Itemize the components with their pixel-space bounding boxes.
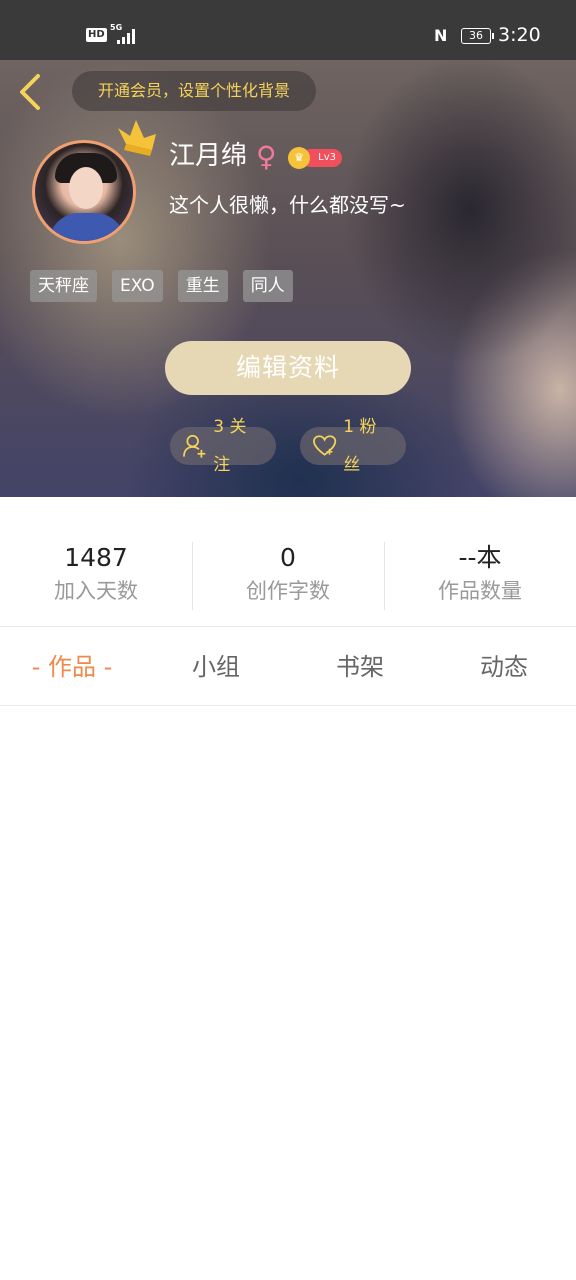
stat-value: --本 xyxy=(458,543,502,572)
nfc-icon: N xyxy=(434,26,448,45)
tag-item[interactable]: EXO xyxy=(112,270,163,302)
status-bar: HD 5G N 36 3:20 xyxy=(0,0,576,60)
signal-icon xyxy=(117,29,135,44)
username: 江月绵 xyxy=(169,141,248,171)
stat-works-count: --本 作品数量 xyxy=(384,542,576,606)
battery-icon: 36 xyxy=(461,28,494,44)
tag-item[interactable]: 重生 xyxy=(177,270,228,302)
fans-button[interactable]: 1 粉丝 xyxy=(300,417,406,475)
stat-label: 加入天数 xyxy=(54,579,138,603)
user-add-icon xyxy=(183,434,206,458)
female-icon: ♀ xyxy=(256,140,277,173)
following-button[interactable]: 3 关注 xyxy=(170,417,276,475)
stat-join-days: 1487 加入天数 xyxy=(0,542,192,606)
stats-row: 1487 加入天数 0 创作字数 --本 作品数量 xyxy=(0,497,576,627)
heart-icon xyxy=(313,435,337,456)
stat-label: 作品数量 xyxy=(438,579,522,603)
clock: 3:20 xyxy=(498,24,541,46)
tag-item[interactable]: 天秤座 xyxy=(30,270,97,302)
stat-word-count: 0 创作字数 xyxy=(192,542,384,606)
bio-text: 这个人很懒，什么都没写~ xyxy=(169,193,406,217)
hd-icon: HD xyxy=(86,28,107,42)
tab-activity[interactable]: 动态 xyxy=(432,628,576,706)
stat-value: 0 xyxy=(280,543,296,572)
tab-works[interactable]: - 作品 - xyxy=(0,628,144,706)
vip-background-banner[interactable]: 开通会员，设置个性化背景 xyxy=(72,71,316,111)
edit-profile-button[interactable]: 编辑资料 xyxy=(165,341,411,395)
tab-bookshelf[interactable]: 书架 xyxy=(288,628,432,706)
tag-list: 天秤座 EXO 重生 同人 xyxy=(30,270,293,302)
tag-item[interactable]: 同人 xyxy=(242,270,293,302)
back-arrow-icon[interactable] xyxy=(16,72,46,112)
profile-header: 开通会员，设置个性化背景 江月绵 ♀ Lv3 ♛ 这个人很懒，什么都没写~ 天秤… xyxy=(0,60,576,497)
tab-content-area xyxy=(0,707,576,1280)
crown-icon xyxy=(118,120,156,156)
stat-label: 创作字数 xyxy=(246,579,330,603)
fans-label: 1 粉丝 xyxy=(343,417,377,475)
following-label: 3 关注 xyxy=(213,417,247,475)
profile-tabs: - 作品 - 小组 书架 动态 xyxy=(0,628,576,706)
level-crown-icon: ♛ xyxy=(288,147,310,169)
tab-groups[interactable]: 小组 xyxy=(144,628,288,706)
stat-value: 1487 xyxy=(64,543,128,572)
